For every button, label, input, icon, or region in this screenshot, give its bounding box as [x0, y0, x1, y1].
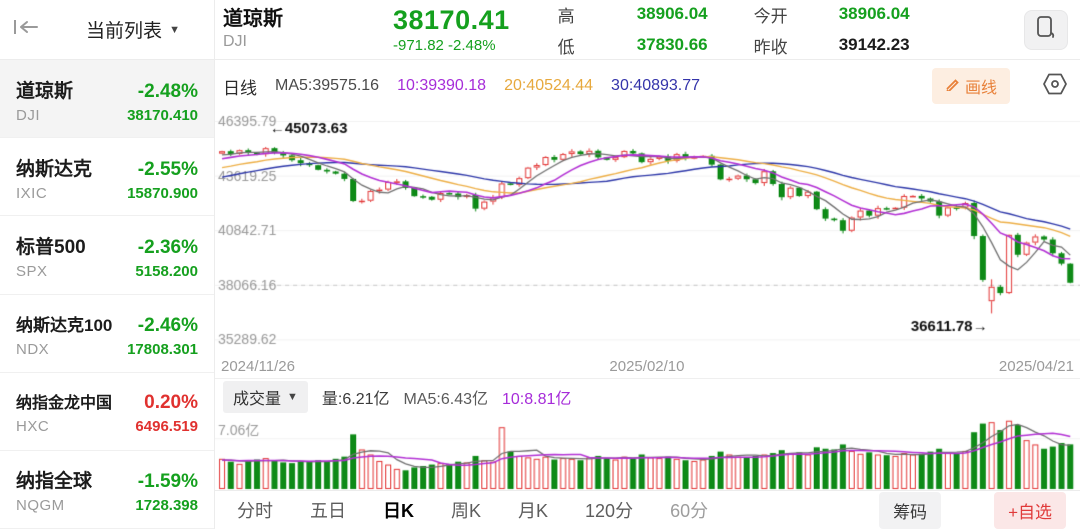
index-value: 17808.301	[127, 341, 198, 358]
draw-line-button[interactable]: 画线	[932, 68, 1010, 104]
period-tab-bar: 分时 五日 日K 周K 月K 120分 60分 筹码 +自选	[215, 490, 1080, 529]
chip-distribution-button[interactable]: 筹码	[879, 492, 941, 529]
index-name: 纳斯达克	[16, 154, 92, 181]
index-name: 纳指金龙中国	[16, 389, 112, 413]
list-header: 当前列表 ▼	[0, 0, 215, 59]
quote-header: 道琼斯 DJI 38170.41 -971.82 -2.48% 高 38906.…	[215, 0, 1080, 59]
ma20-readout: 20:40524.44	[504, 77, 593, 95]
quote-name: 道琼斯	[223, 8, 283, 31]
collapse-sidebar-button[interactable]	[0, 18, 52, 41]
chart-toolbar: 日线 MA5:39575.16 10:39390.18 20:40524.44 …	[215, 60, 1080, 112]
stat-label: 低	[558, 33, 604, 58]
volume-indicator-selector[interactable]: 成交量 ▼	[223, 381, 308, 413]
stat-prev-close: 昨收 39142.23	[754, 33, 910, 58]
sidebar-item-ixic[interactable]: 纳斯达克 -2.55% IXIC 15870.900	[0, 138, 214, 216]
last-price: 38170.41	[393, 5, 510, 36]
rotate-screen-button[interactable]	[1024, 10, 1068, 50]
chevron-down-icon: ▼	[169, 24, 180, 36]
index-code: HXC	[16, 418, 49, 435]
chevron-down-icon: ▼	[287, 391, 298, 403]
watchlist-selector[interactable]: 当前列表 ▼	[52, 16, 214, 43]
x-axis: 2024/11/26 2025/02/10 2025/04/21	[215, 355, 1080, 378]
stat-label: 高	[558, 2, 604, 27]
stat-open: 今开 38906.04	[754, 2, 910, 27]
volume-header: 成交量 ▼ 量:6.21亿 MA5:6.43亿 10:8.81亿	[215, 378, 1080, 415]
index-name: 纳斯达克100	[16, 311, 112, 336]
index-value: 6496.519	[135, 418, 198, 435]
stat-label: 昨收	[754, 33, 806, 58]
sidebar-item-nqgm[interactable]: 纳指全球 -1.59% NQGM 1728.398	[0, 451, 214, 529]
x-tick-middle: 2025/02/10	[609, 358, 684, 375]
sidebar-item-spx[interactable]: 标普500 -2.36% SPX 5158.200	[0, 216, 214, 294]
stat-label: 今开	[754, 2, 806, 27]
stat-value: 38906.04	[604, 4, 708, 24]
tab-120min[interactable]: 120分	[585, 497, 633, 523]
index-pct: 0.20%	[144, 392, 198, 414]
index-pct: -2.46%	[138, 315, 198, 337]
volume-ma5-readout: MA5:6.43亿	[404, 385, 489, 409]
rotate-phone-icon	[1035, 15, 1057, 44]
tab-monthly-k[interactable]: 月K	[518, 497, 548, 523]
price-change: -971.82 -2.48%	[393, 37, 510, 54]
index-name: 纳指全球	[16, 466, 92, 493]
volume-ma10-readout: 10:8.81亿	[502, 385, 571, 409]
tab-weekly-k[interactable]: 周K	[451, 497, 481, 523]
sidebar-item-ndx[interactable]: 纳斯达克100 -2.46% NDX 17808.301	[0, 295, 214, 373]
index-code: DJI	[16, 107, 40, 124]
volume-selector-label: 成交量	[233, 385, 281, 409]
tab-five-day[interactable]: 五日	[310, 497, 346, 523]
index-value: 38170.410	[127, 107, 198, 124]
watchlist-selector-label: 当前列表	[86, 16, 162, 43]
index-code: NQGM	[16, 497, 65, 514]
stat-value: 38906.04	[806, 4, 910, 24]
index-pct: -1.59%	[138, 471, 198, 493]
collapse-left-icon	[13, 18, 39, 41]
tab-daily-k[interactable]: 日K	[383, 497, 414, 523]
sidebar-item-hxc[interactable]: 纳指金龙中国 0.20% HXC 6496.519	[0, 373, 214, 451]
draw-line-label: 画线	[965, 74, 997, 98]
quote-stats-open-prev: 今开 38906.04 昨收 39142.23	[754, 2, 910, 58]
stat-high: 高 38906.04	[558, 2, 708, 27]
stat-value: 39142.23	[806, 35, 910, 55]
chart-settings-button[interactable]	[1042, 71, 1068, 102]
candlestick-chart-canvas[interactable]	[215, 112, 1080, 355]
ma5-readout: MA5:39575.16	[275, 77, 379, 95]
quote-stats-high-low: 高 38906.04 低 37830.66	[558, 2, 708, 58]
tab-60min[interactable]: 60分	[670, 497, 708, 523]
tab-minute[interactable]: 分时	[237, 497, 273, 523]
stat-value: 37830.66	[604, 35, 708, 55]
index-pct: -2.36%	[138, 237, 198, 259]
index-pct: -2.48%	[138, 81, 198, 103]
index-value: 15870.900	[127, 185, 198, 202]
volume-chart-canvas[interactable]	[215, 415, 1080, 490]
quote-name-block: 道琼斯 DJI	[223, 8, 283, 51]
stock-app: 当前列表 ▼ 道琼斯 DJI 38170.41 -971.82 -2.48% 高…	[0, 0, 1080, 529]
index-name: 道琼斯	[16, 76, 73, 103]
ma30-readout: 30:40893.77	[611, 77, 700, 95]
index-code: NDX	[16, 341, 49, 358]
quote-code: DJI	[223, 33, 283, 51]
stat-low: 低 37830.66	[558, 33, 708, 58]
quote-price-block: 38170.41 -971.82 -2.48%	[393, 5, 510, 54]
index-pct: -2.55%	[138, 159, 198, 181]
ma10-readout: 10:39390.18	[397, 77, 486, 95]
index-value: 1728.398	[135, 497, 198, 514]
index-name: 标普500	[16, 232, 86, 259]
pencil-icon	[945, 76, 960, 96]
hexagon-gear-icon	[1042, 71, 1068, 102]
index-value: 5158.200	[135, 263, 198, 280]
volume-readout: 量:6.21亿	[322, 385, 390, 409]
index-watchlist: 道琼斯 -2.48% DJI 38170.410 纳斯达克 -2.55% IXIC 15…	[0, 60, 215, 529]
x-tick-start: 2024/11/26	[221, 358, 295, 375]
sidebar-item-dji[interactable]: 道琼斯 -2.48% DJI 38170.410	[0, 60, 214, 138]
add-to-watchlist-button[interactable]: +自选	[994, 492, 1066, 529]
period-label[interactable]: 日线	[223, 74, 257, 99]
top-bar: 当前列表 ▼ 道琼斯 DJI 38170.41 -971.82 -2.48% 高…	[0, 0, 1080, 60]
chart-panel: 日线 MA5:39575.16 10:39390.18 20:40524.44 …	[215, 60, 1080, 529]
index-code: SPX	[16, 263, 48, 280]
x-tick-end: 2025/04/21	[999, 358, 1074, 375]
index-code: IXIC	[16, 185, 47, 202]
